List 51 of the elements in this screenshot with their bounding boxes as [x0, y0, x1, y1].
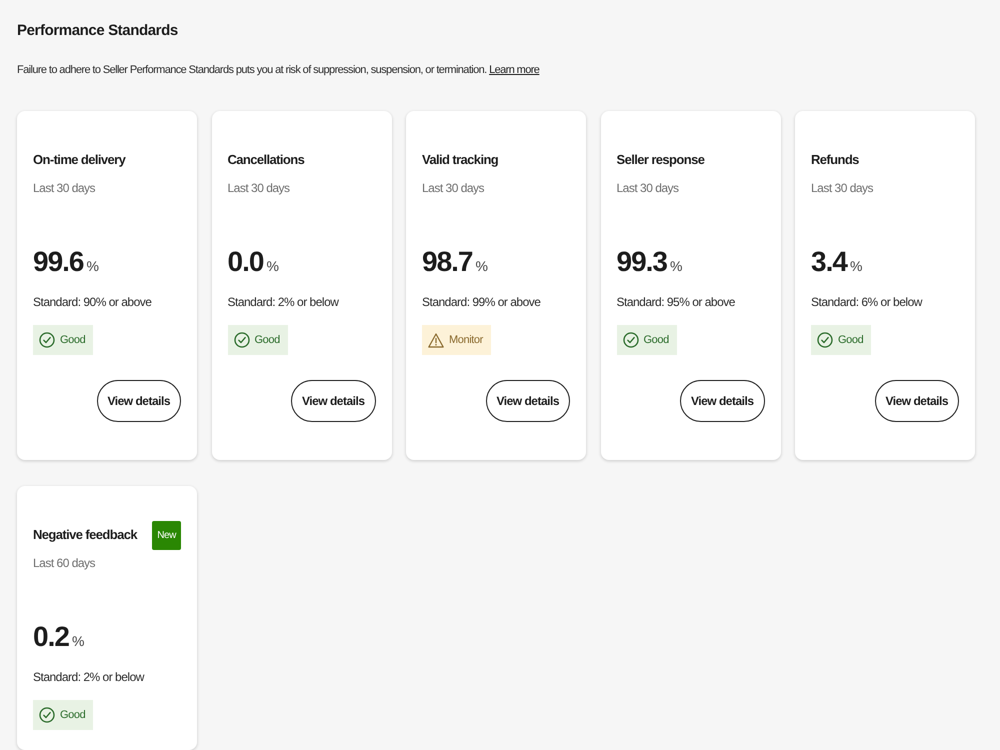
- period-text: Last 30 days: [811, 181, 874, 196]
- metric-value: 0.0: [228, 245, 264, 279]
- status-label: Good: [254, 334, 280, 346]
- unit-text: %: [670, 258, 682, 274]
- period-text: Last 30 days: [422, 181, 486, 196]
- period-text: Last 60 days: [33, 556, 96, 571]
- status-label: Monitor: [449, 334, 483, 346]
- page-title: Performance Standards: [17, 21, 179, 41]
- unit-text: %: [850, 258, 862, 274]
- view-details-button[interactable]: View details: [486, 380, 570, 422]
- metric-title: Refunds: [811, 151, 859, 169]
- metric-value: 98.7: [422, 245, 472, 279]
- metric-title: Valid tracking: [422, 151, 498, 169]
- check-circle-icon: [39, 332, 55, 348]
- learn-more-link[interactable]: Learn more: [489, 64, 540, 76]
- unit-text: %: [476, 258, 488, 274]
- notice-text: Failure to adhere to Seller Performance Standards puts you at risk of suppression, suspension, or termination. Learn more: [17, 63, 540, 78]
- status-label: Good: [838, 334, 864, 346]
- standard-text: Standard: 99% or above: [422, 295, 542, 310]
- view-details-button[interactable]: View details: [96, 380, 181, 422]
- check-circle-icon: [234, 332, 250, 348]
- status-label: Good: [60, 709, 86, 721]
- new-badge: New: [152, 520, 181, 550]
- status-label: Good: [60, 334, 86, 346]
- metric-title: Seller response: [616, 151, 704, 169]
- metric-title: On-time delivery: [33, 151, 126, 169]
- unit-text: %: [72, 633, 84, 649]
- metric-value: 99.6: [33, 245, 84, 279]
- standard-text: Standard: 2% or below: [228, 295, 340, 310]
- metric-title: Negative feedback: [33, 526, 137, 544]
- period-text: Last 30 days: [33, 181, 96, 196]
- metric-value: 0.2: [33, 620, 69, 654]
- view-details-button[interactable]: View details: [874, 380, 959, 422]
- check-circle-icon: [817, 332, 833, 348]
- metric-value: 3.4: [811, 245, 847, 279]
- status-label: Good: [644, 334, 669, 346]
- period-text: Last 30 days: [616, 181, 680, 196]
- check-circle-icon: [39, 707, 55, 723]
- standard-text: Standard: 95% or above: [616, 295, 736, 310]
- standard-text: Standard: 2% or below: [33, 670, 146, 685]
- standard-text: Standard: 90% or above: [33, 295, 152, 310]
- metric-title: Cancellations: [228, 151, 304, 169]
- view-details-button[interactable]: View details: [680, 380, 764, 422]
- check-circle-icon: [622, 332, 638, 348]
- unit-text: %: [86, 258, 99, 274]
- unit-text: %: [266, 258, 279, 274]
- metric-value: 99.3: [616, 245, 667, 279]
- period-text: Last 30 days: [228, 181, 291, 196]
- warning-icon: [428, 332, 444, 348]
- standard-text: Standard: 6% or below: [811, 295, 924, 310]
- view-details-button[interactable]: View details: [291, 380, 376, 422]
